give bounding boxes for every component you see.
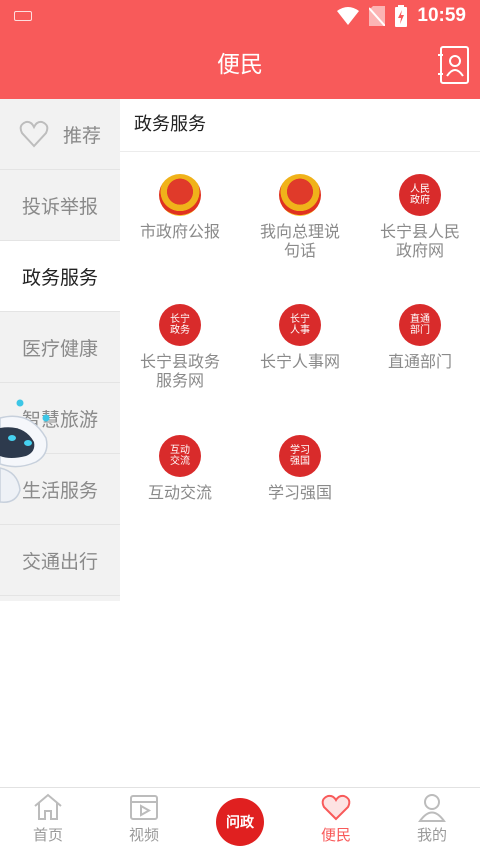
service-tile-label: 长宁县人民政府网 [379,222,460,260]
national-emblem-icon [279,174,321,216]
badge-icon: 学习强国 [279,435,321,477]
service-tile-direct-departments[interactable]: 直通部门 直通部门 [360,304,480,371]
sidebar-item-label: 投诉举报 [21,195,98,218]
wifi-icon [337,7,360,25]
service-tile-personnel[interactable]: 长宁人事 长宁人事网 [240,304,360,371]
bottom-tab-bar: 首页 视频 问政 便民 我的 [0,787,480,853]
service-tile-gazette[interactable]: 市政府公报 [120,174,240,241]
service-tile-county-government[interactable]: 人民政府 长宁县人民政府网 [360,174,480,260]
category-sidebar: 推荐 投诉举报 政务服务 医疗健康 智慧旅游 生活服务 交通出行 [0,99,120,601]
sidebar-item-transport[interactable]: 交通出行 [0,525,120,596]
service-tile-label: 长宁县政务服务网 [139,352,220,390]
service-tile-label: 互动交流 [147,483,212,502]
tab-video[interactable]: 视频 [96,788,192,854]
page-title: 便民 [217,52,263,78]
service-tile-premier-message[interactable]: 我向总理说句话 [240,174,360,260]
tab-label: 视频 [128,826,159,844]
video-icon [130,795,158,820]
service-tile-label: 学习强国 [267,483,332,502]
user-icon [418,794,446,822]
badge-icon: 长宁人事 [279,304,321,346]
service-tile-label: 直通部门 [387,352,452,371]
heart-icon [19,120,49,148]
tab-label: 便民 [320,826,351,844]
tab-label: 我的 [416,826,447,844]
section-title: 政务服务 [120,99,480,152]
sidebar-item-label: 交通出行 [21,550,98,573]
badge-icon: 直通部门 [399,304,441,346]
wenzheng-button[interactable]: 问政 [216,798,264,846]
status-bar: 10:59 [0,0,480,32]
battery-icon [395,5,408,27]
service-tile-label: 市政府公报 [139,222,220,241]
service-tile-label: 长宁人事网 [259,352,340,371]
badge-icon: 长宁政务 [159,304,201,346]
no-sim-icon [369,6,386,26]
national-emblem-icon [159,174,201,216]
tab-profile[interactable]: 我的 [384,788,480,854]
service-tile-county-services[interactable]: 长宁政务 长宁县政务服务网 [120,304,240,390]
sidebar-item-label: 推荐 [62,124,101,147]
sidebar-item-government-services[interactable]: 政务服务 [0,241,120,312]
service-tile-interaction[interactable]: 互动交流 互动交流 [120,435,240,502]
heart-icon [321,794,351,821]
robot-assistant-icon[interactable] [0,398,54,508]
status-time: 10:59 [417,5,466,26]
sidebar-item-label: 政务服务 [21,266,98,289]
sidebar-item-complaints[interactable]: 投诉举报 [0,170,120,241]
sidebar-item-label: 医疗健康 [21,337,98,360]
service-panel: 政务服务 市政府公报 我向总理说句话 人民政府 长宁县人民政府网 长宁政务 长宁… [120,99,480,787]
badge-icon: 人民政府 [399,174,441,216]
tab-home[interactable]: 首页 [0,788,96,854]
service-tile-label: 我向总理说句话 [259,222,340,260]
keyboard-icon [14,11,32,21]
service-tile-xuexi-qiangguo[interactable]: 学习强国 学习强国 [240,435,360,502]
sidebar-item-recommend[interactable]: 推荐 [0,99,120,170]
tab-label: 首页 [32,826,63,844]
app-header: 便民 [0,32,480,99]
contacts-icon[interactable] [438,46,470,84]
sidebar-item-healthcare[interactable]: 医疗健康 [0,312,120,383]
home-icon [34,793,62,820]
tab-convenience[interactable]: 便民 [288,788,384,854]
badge-icon: 互动交流 [159,435,201,477]
